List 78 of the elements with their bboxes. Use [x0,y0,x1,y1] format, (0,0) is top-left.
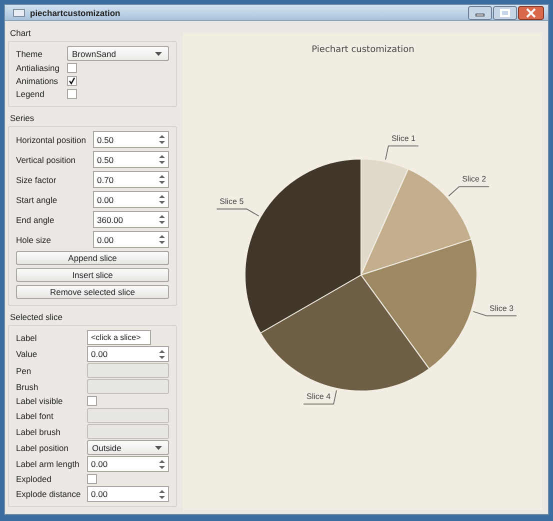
spin-arrows-icon [159,234,165,245]
dropdown[interactable]: Outside [87,440,169,455]
minimize-icon[interactable] [468,6,492,20]
spin-box[interactable]: 0.70 [93,171,169,188]
caret-icon [155,446,162,450]
pie-slice[interactable] [360,238,477,370]
field-label: Antialiasing [16,63,60,73]
leader-line [216,208,259,216]
field-label: Theme [16,48,44,58]
spin-box[interactable]: 0.00 [87,346,169,362]
leader-line [472,311,516,316]
group-title: Chart [9,27,32,40]
window-icon [13,8,25,16]
checkbox[interactable] [87,474,97,484]
leader-line [384,145,418,160]
picker-button[interactable] [87,424,169,439]
maximize-icon[interactable] [493,6,517,20]
checkbox[interactable] [67,76,77,86]
slice-label: Slice 1 [390,134,415,143]
slice-label: Slice 3 [489,304,514,313]
field-label: Brush [16,382,40,392]
slice-label: Slice 5 [219,197,244,206]
field-label: Label [16,332,38,342]
spin-arrows-icon [159,194,165,205]
push-button[interactable]: Insert slice [16,268,169,282]
field-label: Hole size [16,234,52,244]
spin-box[interactable]: 360.00 [93,211,169,228]
close-icon[interactable] [518,6,544,20]
leader-line [302,390,336,405]
field-label: Size factor [16,174,58,184]
picker-button[interactable] [87,363,169,378]
field-label: End angle [16,214,56,224]
field-label: Explode distance [16,489,82,499]
push-button[interactable]: Remove selected slice [16,285,169,299]
checkbox[interactable] [67,89,77,99]
spin-arrows-icon [159,154,165,165]
spin-box[interactable]: 0.00 [93,231,169,248]
input-field[interactable]: <click a slice> [87,330,151,345]
spin-box[interactable]: 0.00 [87,456,169,472]
field-label: Label font [16,410,54,420]
field-label: Legend [16,89,46,99]
spin-box[interactable]: 0.00 [93,191,169,208]
field-label: Vertical position [16,154,77,164]
field-label: Animations [16,76,60,86]
field-label: Pen [16,366,32,376]
pie-slice[interactable] [260,274,430,392]
leader-line [448,186,490,196]
field-label: Exploded [16,474,52,484]
chart-title: Piechart customization [311,45,414,55]
caret-icon [155,52,162,56]
field-label: Horizontal position [16,134,87,144]
group-title: Series [9,112,36,125]
spin-box[interactable]: 0.00 [87,486,169,502]
field-label: Label arm length [16,459,80,469]
field-label: Start angle [16,194,58,204]
push-button[interactable]: Append slice [16,251,169,265]
dropdown[interactable]: BrownSand [67,46,169,61]
slice-label: Slice 2 [462,174,486,184]
pie-slice[interactable] [244,158,361,334]
group-title: Selected slice [9,311,64,324]
field-label: Label position [16,442,70,452]
slice-label: Slice 4 [306,392,330,402]
picker-button[interactable] [87,408,169,423]
checkbox[interactable] [67,63,77,73]
field-label: Label visible [16,396,64,406]
spin-box[interactable]: 0.50 [93,151,169,168]
spin-arrows-icon [159,458,165,470]
spin-arrows-icon [159,134,165,145]
spin-box[interactable]: 0.50 [93,131,169,148]
spin-arrows-icon [159,348,165,360]
field-label: Label brush [16,426,62,436]
spin-arrows-icon [159,488,165,500]
spin-arrows-icon [159,174,165,185]
window-title: piechartcustomization [30,8,122,18]
spin-arrows-icon [159,214,165,225]
checkbox[interactable] [87,396,97,406]
field-label: Value [16,349,38,359]
picker-button[interactable] [87,379,169,394]
